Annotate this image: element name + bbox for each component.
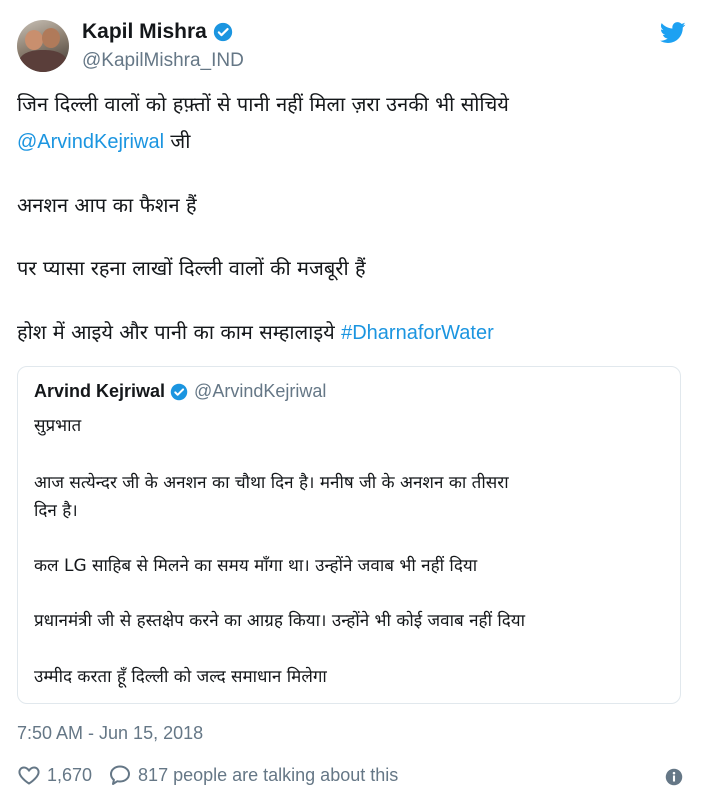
tweet-actions: 1,670 817 people are talking about this xyxy=(17,763,398,787)
like-count: 1,670 xyxy=(47,764,93,785)
twitter-bird-icon[interactable] xyxy=(660,22,686,44)
tweet-text-line-1: जिन दिल्ली वालों को हफ़्तों से पानी नहीं… xyxy=(17,92,509,116)
avatar-face-left xyxy=(25,30,43,50)
tweet-text-line-2: @ArvindKejriwal जी xyxy=(17,127,190,156)
heart-icon xyxy=(18,766,40,785)
hashtag-link[interactable]: #DharnaforWater xyxy=(341,322,494,344)
avatar[interactable] xyxy=(17,20,69,72)
quoted-tweet[interactable]: Arvind Kejriwal @ArvindKejriwal सुप्रभात… xyxy=(17,366,681,704)
author-handle[interactable]: @KapilMishra_IND xyxy=(82,50,244,72)
quoted-author-name[interactable]: Arvind Kejriwal xyxy=(34,381,165,402)
comment-bubble-icon xyxy=(110,765,131,785)
verified-badge-icon xyxy=(213,22,233,42)
tweet-text-line-5-body: होश में आइये और पानी का काम सम्हालाइये xyxy=(17,320,342,344)
quoted-author-handle[interactable]: @ArvindKejriwal xyxy=(194,381,326,402)
quoted-text-line: दिन है। xyxy=(34,501,78,521)
avatar-figure xyxy=(19,50,67,72)
quoted-text-line: प्रधानमंत्री जी से हस्तक्षेप करने का आग्… xyxy=(34,611,526,631)
quoted-author-row: Arvind Kejriwal @ArvindKejriwal xyxy=(34,381,326,402)
quoted-text-line: सुप्रभात xyxy=(34,416,82,436)
quoted-text-line: उम्मीद करता हूँ दिल्ली को जल्द समाधान मि… xyxy=(34,667,327,687)
reply-button[interactable]: 817 people are talking about this xyxy=(108,763,398,787)
quoted-text-line: कल LG साहिब से मिलने का समय माँगा था। उन… xyxy=(34,556,478,576)
tweet-timestamp[interactable]: 7:50 AM - Jun 15, 2018 xyxy=(17,723,203,744)
mention-link[interactable]: @ArvindKejriwal xyxy=(17,131,164,153)
tweet-text-line-5: होश में आइये और पानी का काम सम्हालाइये #… xyxy=(17,318,494,347)
tweet-card: Kapil Mishra @KapilMishra_IND जिन दिल्ली… xyxy=(0,0,708,800)
avatar-face-right xyxy=(42,28,60,48)
author-name-row[interactable]: Kapil Mishra xyxy=(82,20,233,44)
tweet-text-line-4: पर प्यासा रहना लाखों दिल्ली वालों की मजब… xyxy=(17,256,366,280)
tweet-text-line-3: अनशन आप का फैशन हैं xyxy=(17,193,197,217)
info-icon[interactable] xyxy=(665,768,683,786)
mention-suffix: जी xyxy=(164,129,191,153)
reply-count-text: 817 people are talking about this xyxy=(138,764,399,785)
like-button[interactable]: 1,670 xyxy=(17,763,92,787)
quoted-text-line: आज सत्येन्दर जी के अनशन का चौथा दिन है। … xyxy=(34,473,509,493)
author-name[interactable]: Kapil Mishra xyxy=(82,20,207,44)
verified-badge-icon xyxy=(170,383,188,400)
